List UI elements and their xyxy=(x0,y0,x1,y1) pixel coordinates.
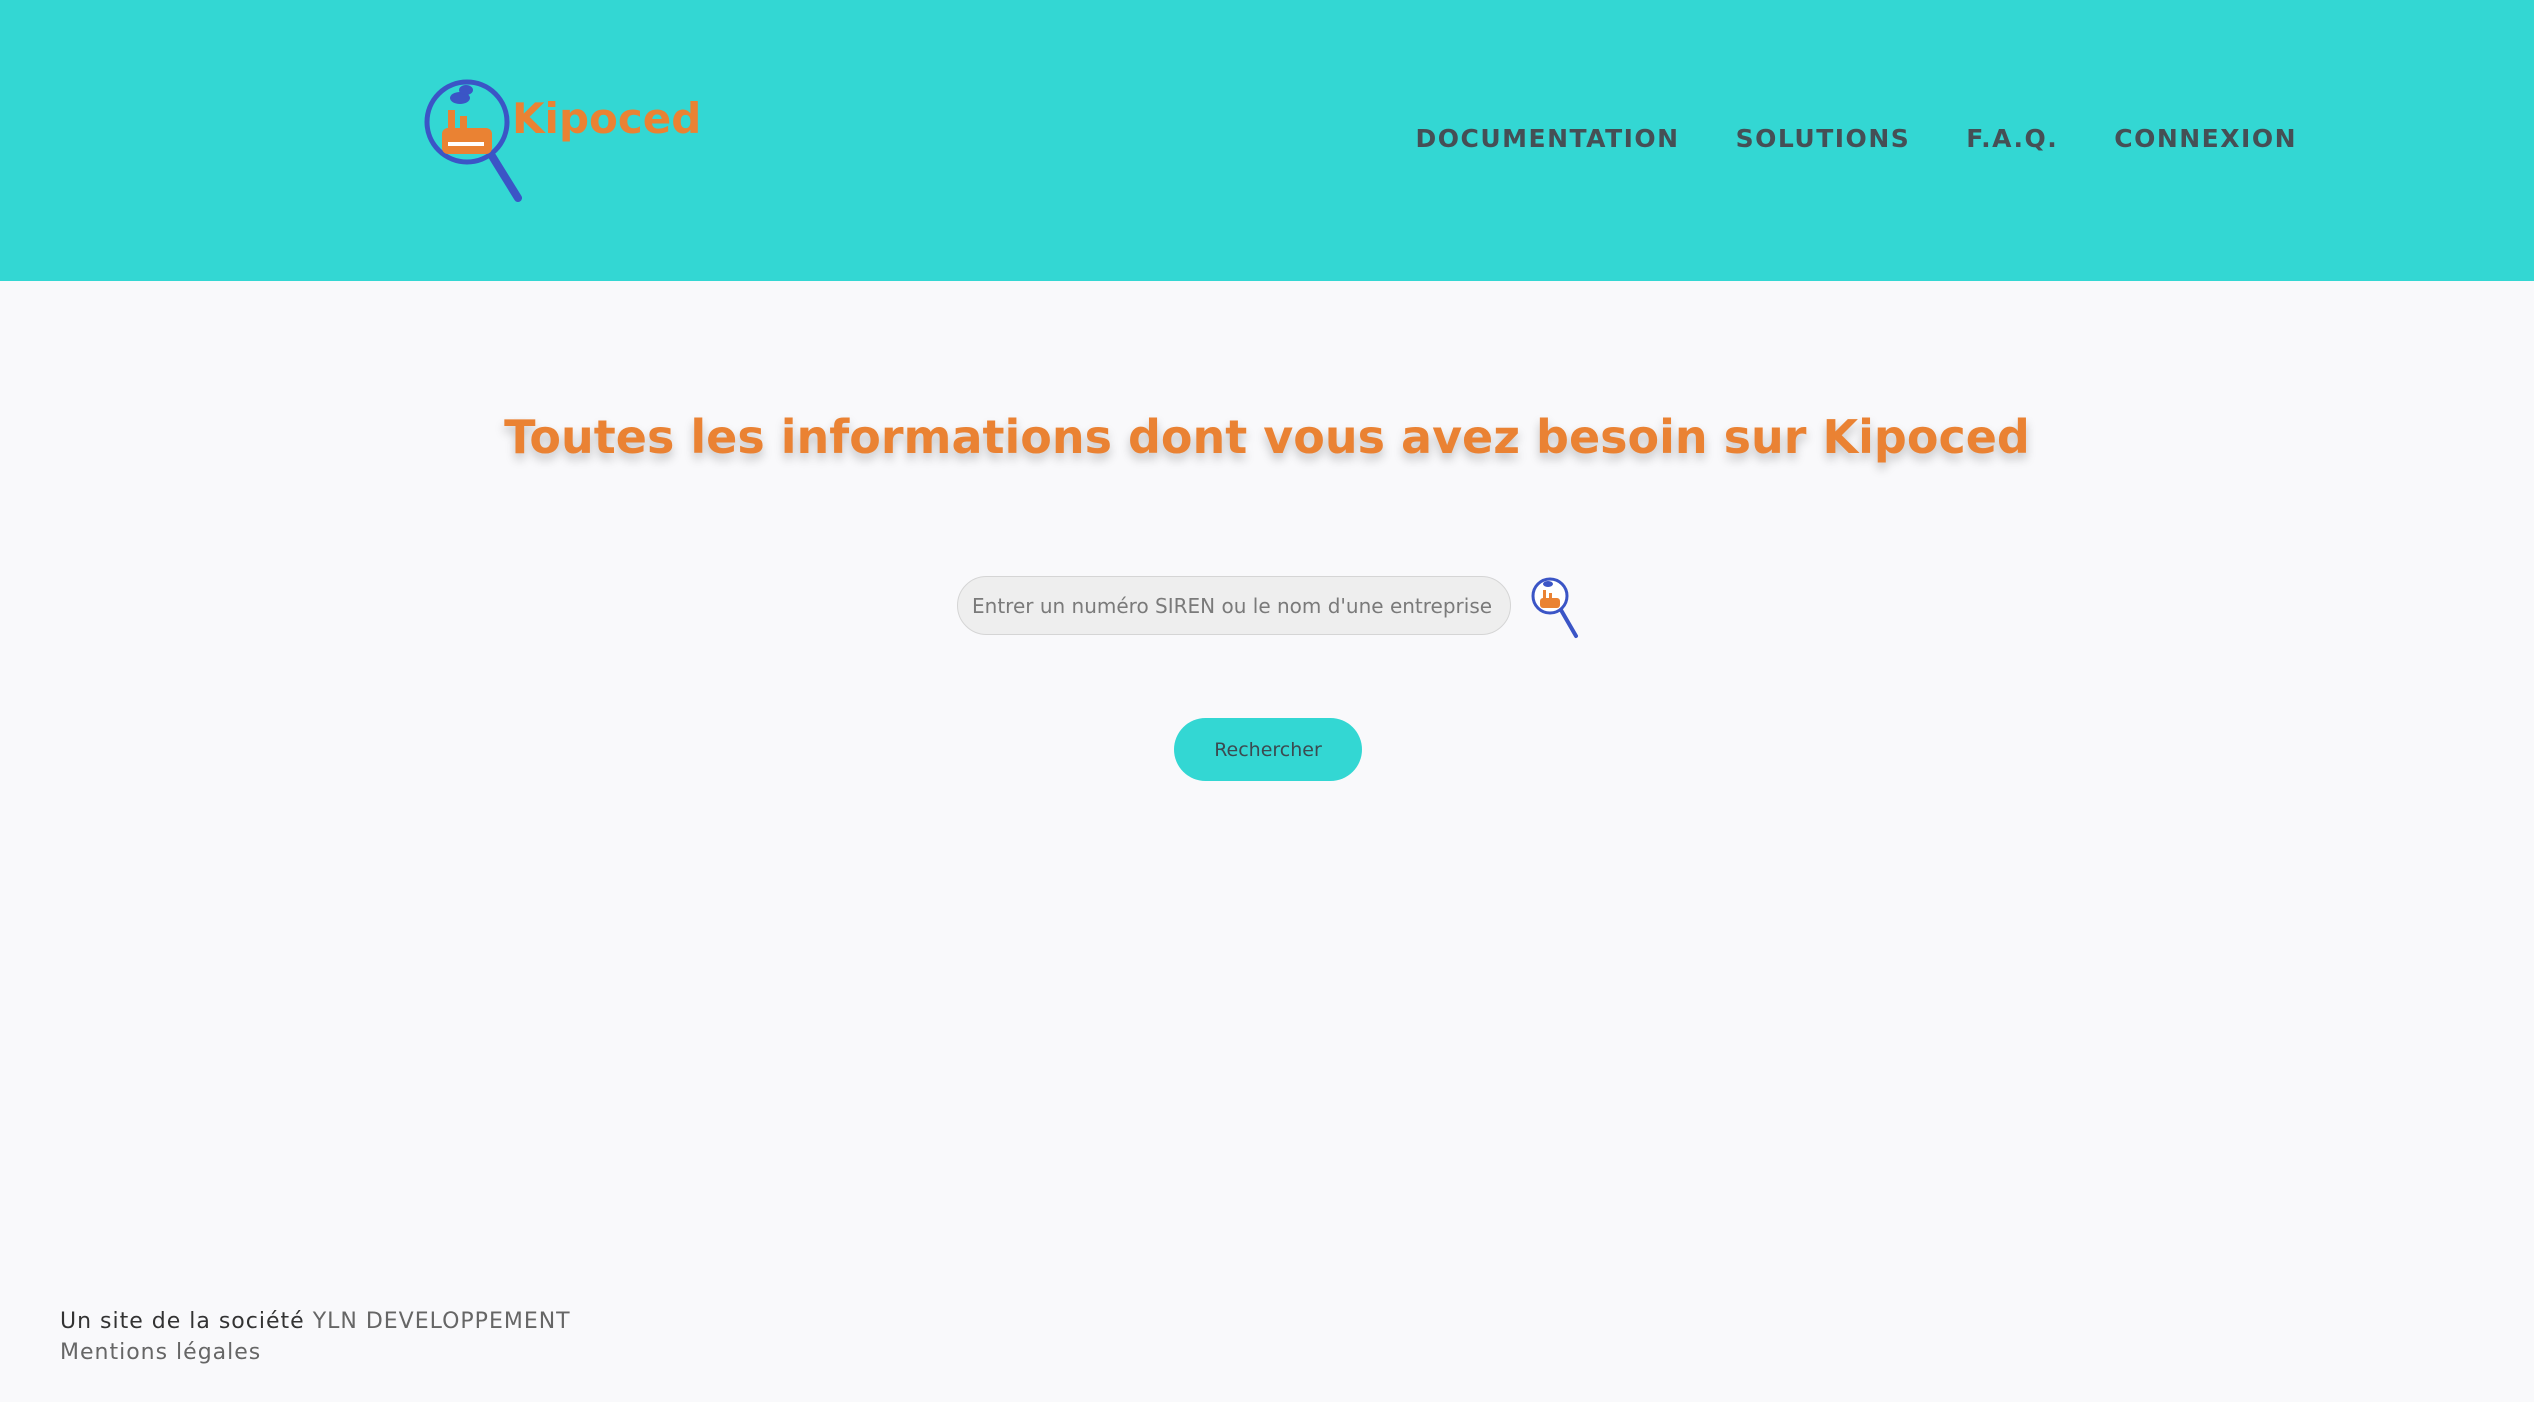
site-header: Kipoced DOCUMENTATION SOLUTIONS F.A.Q. C… xyxy=(0,0,2534,281)
footer-company-line: Un site de la société YLN DEVELOPPEMENT xyxy=(60,1306,571,1337)
footer-company-link[interactable]: YLN DEVELOPPEMENT xyxy=(313,1309,571,1334)
footer-prefix: Un site de la société xyxy=(60,1309,305,1334)
search-logo-icon[interactable] xyxy=(1530,574,1582,642)
search-button[interactable]: Rechercher xyxy=(1174,718,1362,781)
site-logo[interactable]: Kipoced xyxy=(420,76,702,206)
nav-faq[interactable]: F.A.Q. xyxy=(1966,124,2058,153)
site-footer: Un site de la société YLN DEVELOPPEMENT … xyxy=(60,1306,571,1368)
nav-documentation[interactable]: DOCUMENTATION xyxy=(1416,124,1680,153)
main-nav: DOCUMENTATION SOLUTIONS F.A.Q. CONNEXION xyxy=(1416,124,2297,153)
page-title: Toutes les informations dont vous avez b… xyxy=(504,410,2030,464)
nav-connexion[interactable]: CONNEXION xyxy=(2114,124,2297,153)
search-input[interactable] xyxy=(957,576,1511,635)
nav-solutions[interactable]: SOLUTIONS xyxy=(1736,124,1911,153)
legal-notice-link[interactable]: Mentions légales xyxy=(60,1340,261,1365)
logo-text: Kipoced xyxy=(512,94,702,143)
